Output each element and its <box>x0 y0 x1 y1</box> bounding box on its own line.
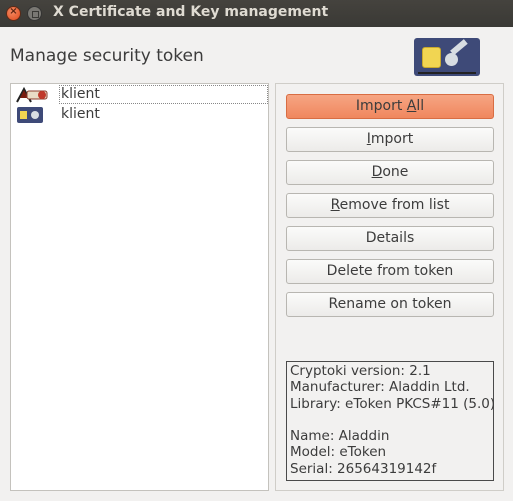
manufacturer: Manufacturer: Aladdin Ltd. <box>290 379 470 396</box>
cryptoki-version: Cryptoki version: 2.1 <box>290 363 431 379</box>
close-icon: × <box>9 6 18 17</box>
maximize-window-button[interactable] <box>27 6 42 21</box>
close-window-button[interactable]: × <box>6 6 21 21</box>
token-serial: Serial: 26564319142f <box>290 460 437 477</box>
list-item[interactable]: klient <box>13 105 268 124</box>
library: Library: eToken PKCS#11 (5.0) <box>290 395 496 412</box>
token-info-box: Cryptoki version: 2.1 Manufacturer: Aladd… <box>286 361 496 481</box>
actions-panel: Import All Import Done Remove from list … <box>275 83 504 491</box>
maximize-icon <box>32 11 39 18</box>
token-item-list[interactable]: klient klient <box>10 83 269 491</box>
token-model: Model: eToken <box>290 444 387 461</box>
title-bar: × X Certificate and Key management <box>0 0 513 27</box>
done-button[interactable]: Done <box>286 160 494 185</box>
import-button[interactable]: Import <box>286 127 494 152</box>
token-name: Name: Aladdin <box>290 428 390 445</box>
list-item-label: klient <box>61 106 100 122</box>
smartcard-key-icon <box>17 107 43 123</box>
list-item-label: klient <box>61 86 100 102</box>
key-icon <box>445 53 458 66</box>
smartcard-key-logo-icon <box>414 38 480 76</box>
chip-icon <box>422 47 441 68</box>
import-all-button[interactable]: Import All <box>286 94 494 119</box>
page-heading: Manage security token <box>10 46 204 66</box>
details-button[interactable]: Details <box>286 226 494 251</box>
certificate-icon <box>16 86 48 103</box>
list-item[interactable]: klient <box>13 85 268 104</box>
delete-from-token-button[interactable]: Delete from token <box>286 259 494 284</box>
remove-from-list-button[interactable]: Remove from list <box>286 193 494 218</box>
window-title: X Certificate and Key management <box>53 4 329 20</box>
rename-on-token-button[interactable]: Rename on token <box>286 292 494 317</box>
